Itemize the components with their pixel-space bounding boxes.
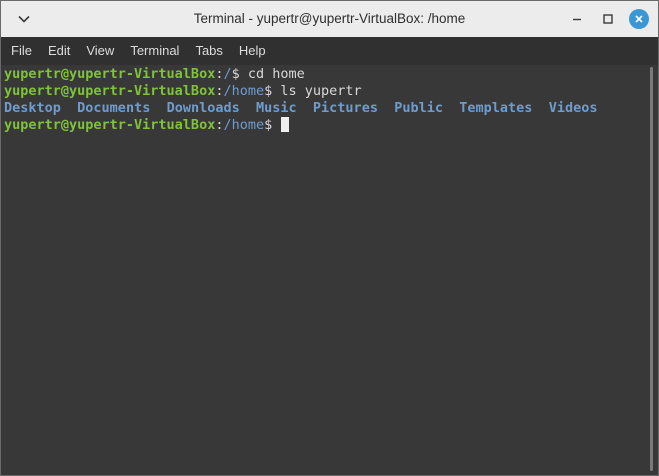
menu-edit[interactable]: Edit xyxy=(40,37,78,65)
dir-entry-pictures: Pictures xyxy=(312,100,378,116)
dir-entry-videos: Videos xyxy=(548,100,598,116)
menu-tabs[interactable]: Tabs xyxy=(187,37,230,65)
menu-help[interactable]: Help xyxy=(231,37,274,65)
maximize-button[interactable] xyxy=(598,9,618,29)
window-title: Terminal - yupertr@yupertr-VirtualBox: /… xyxy=(193,11,466,26)
prompt-symbol: $ xyxy=(264,117,281,133)
dir-entry-music: Music xyxy=(256,100,297,116)
chevron-down-icon xyxy=(18,15,30,23)
vertical-scrollbar[interactable] xyxy=(646,65,657,475)
prompt-path: /home xyxy=(223,83,265,99)
maximize-icon xyxy=(603,14,613,24)
prompt-path: /home xyxy=(223,117,265,133)
terminal-output[interactable]: yupertr@yupertr-VirtualBox:/$ cd home yup… xyxy=(1,65,646,475)
dir-entry-templates: Templates xyxy=(459,100,533,116)
prompt-user-host: yupertr@yupertr-VirtualBox xyxy=(4,83,216,99)
menu-view[interactable]: View xyxy=(78,37,122,65)
prompt-user-host: yupertr@yupertr-VirtualBox xyxy=(4,117,216,133)
close-button[interactable] xyxy=(629,9,649,29)
dir-entry-downloads: Downloads xyxy=(166,100,240,116)
terminal-window: Terminal - yupertr@yupertr-VirtualBox: /… xyxy=(0,0,659,476)
dir-entry-public: Public xyxy=(394,100,443,116)
menu-bar: File Edit View Terminal Tabs Help xyxy=(1,37,658,65)
terminal-line: yupertr@yupertr-VirtualBox:/home$ xyxy=(4,117,646,134)
terminal-line: yupertr@yupertr-VirtualBox:/$ cd home xyxy=(4,66,646,83)
minimize-icon xyxy=(573,18,581,21)
dir-entry-documents: Documents xyxy=(77,100,151,116)
terminal-line: Desktop Documents Downloads Music Pictur… xyxy=(4,100,646,117)
prompt-path: / xyxy=(223,66,232,82)
scrollbar-thumb[interactable] xyxy=(650,67,653,471)
prompt-user-host: yupertr@yupertr-VirtualBox xyxy=(4,66,216,82)
title-bar[interactable]: Terminal - yupertr@yupertr-VirtualBox: /… xyxy=(1,1,658,37)
window-menu-button[interactable] xyxy=(13,9,35,29)
terminal-line: yupertr@yupertr-VirtualBox:/home$ ls yup… xyxy=(4,83,646,100)
command-text: cd home xyxy=(247,66,305,82)
prompt-symbol: $ xyxy=(231,66,248,82)
prompt-symbol: $ xyxy=(264,83,281,99)
menu-file[interactable]: File xyxy=(3,37,40,65)
menu-terminal[interactable]: Terminal xyxy=(122,37,187,65)
close-icon xyxy=(635,15,643,23)
minimize-button[interactable] xyxy=(567,9,587,29)
command-text: ls yupertr xyxy=(280,83,362,99)
text-cursor xyxy=(281,117,290,132)
dir-entry-desktop: Desktop xyxy=(4,100,61,116)
